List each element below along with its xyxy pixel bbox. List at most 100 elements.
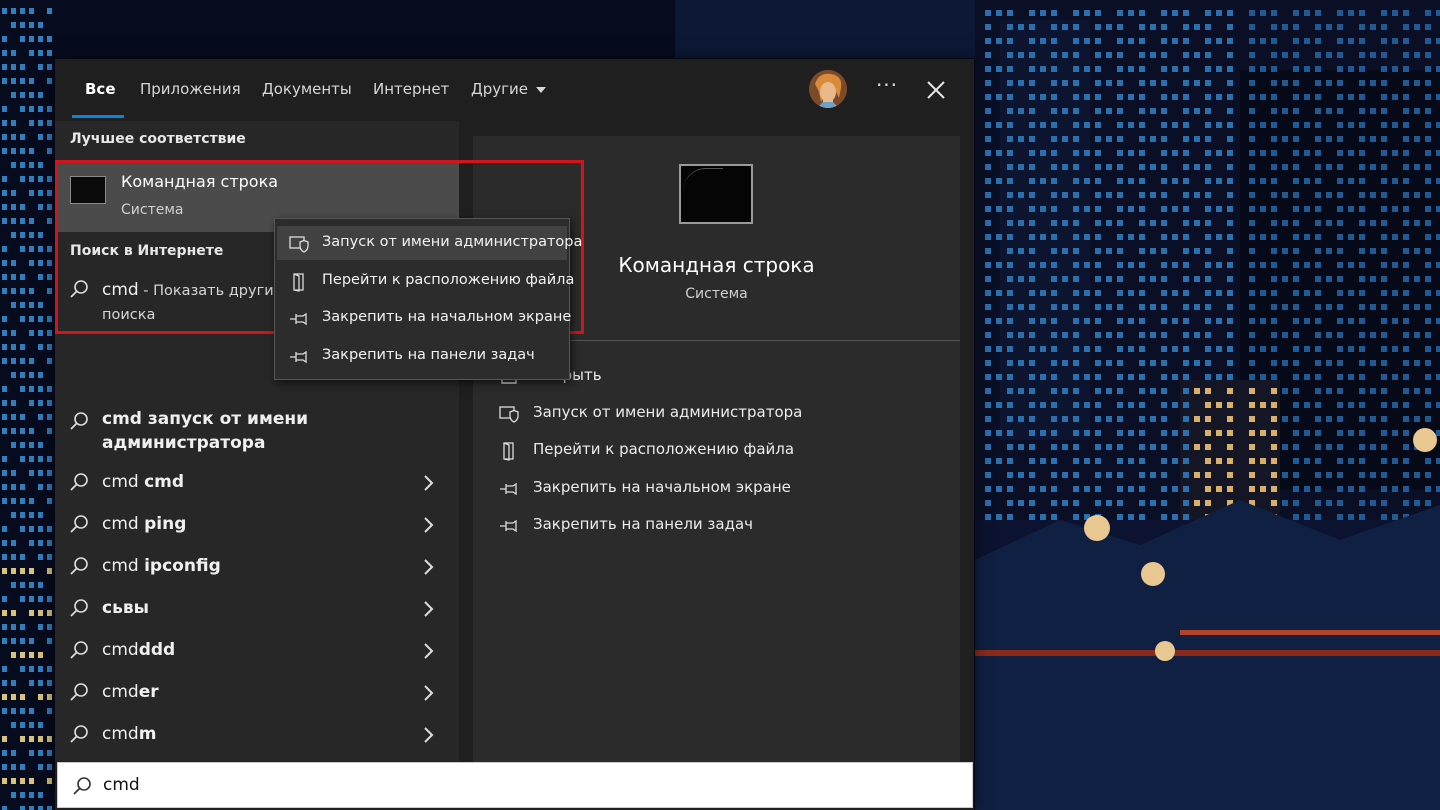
avatar[interactable]: [809, 70, 847, 108]
window-light: [1403, 206, 1409, 212]
window-light: [1007, 164, 1013, 170]
context-run-as-admin[interactable]: Запуск от имени администратора: [277, 226, 582, 260]
window-light: [1436, 66, 1440, 72]
window-light: [1117, 318, 1123, 324]
chevron-right-icon[interactable]: [422, 600, 434, 618]
window-light: [985, 514, 991, 520]
tab-apps[interactable]: Приложения: [140, 79, 241, 103]
window-light: [1128, 94, 1134, 100]
window-light: [1337, 52, 1343, 58]
action-pin-to-taskbar[interactable]: Закрепить на панели задач: [499, 513, 939, 539]
action-run-as-admin[interactable]: Запуск от имени администратора: [499, 401, 939, 427]
window-light: [1359, 248, 1365, 254]
window-light: [29, 470, 34, 476]
chevron-right-icon[interactable]: [422, 684, 434, 702]
window-light: [20, 582, 25, 588]
window-light: [20, 638, 25, 644]
window-light: [1084, 66, 1090, 72]
window-light: [1414, 388, 1420, 394]
window-light: [1293, 24, 1299, 30]
window-light: [1381, 80, 1387, 86]
avatar-image: [809, 70, 847, 108]
tab-all[interactable]: Все: [85, 79, 116, 103]
window-light: [1227, 38, 1233, 44]
search-input-value: cmd: [103, 775, 140, 795]
window-light: [1260, 346, 1266, 352]
window-light: [1194, 108, 1200, 114]
context-open-file-location[interactable]: Перейти к расположению файла: [277, 264, 574, 298]
list-item[interactable]: cmdddd: [55, 630, 459, 672]
window-light: [1084, 262, 1090, 268]
window-light: [1216, 318, 1222, 324]
window-light: [1315, 346, 1321, 352]
chevron-right-icon[interactable]: [422, 726, 434, 744]
chevron-right-icon[interactable]: [422, 642, 434, 660]
window-light: [985, 332, 991, 338]
window-light: [1150, 444, 1156, 450]
tab-internet[interactable]: Интернет: [373, 79, 449, 103]
window-light: [11, 288, 16, 294]
window-light: [1392, 178, 1398, 184]
window-light: [1183, 206, 1189, 212]
tab-documents[interactable]: Документы: [262, 79, 352, 103]
window-light: [1029, 10, 1035, 16]
window-light: [1139, 248, 1145, 254]
list-item[interactable]: cmd ping: [55, 504, 459, 546]
window-light: [1139, 304, 1145, 310]
window-light: [1326, 164, 1332, 170]
context-pin-to-taskbar[interactable]: Закрепить на панели задач: [277, 339, 567, 373]
window-light: [1106, 416, 1112, 422]
window-light: [1183, 150, 1189, 156]
context-pin-to-start[interactable]: Закрепить на начальном экране: [277, 301, 571, 335]
window-light: [1084, 290, 1090, 296]
list-item[interactable]: сьвы: [55, 588, 459, 630]
window-light: [1117, 444, 1123, 450]
window-light: [1205, 486, 1211, 492]
window-light: [47, 288, 52, 294]
window-light: [1095, 388, 1101, 394]
chevron-right-icon[interactable]: [422, 558, 434, 576]
list-item[interactable]: cmdm: [55, 714, 459, 756]
window-light: [38, 442, 43, 448]
window-light: [1007, 276, 1013, 282]
window-light: [1062, 220, 1068, 226]
window-light: [1029, 192, 1035, 198]
window-light: [1073, 80, 1079, 86]
window-light: [1436, 10, 1440, 16]
action-label: Перейти к расположению файла: [533, 440, 795, 458]
window-light: [1359, 192, 1365, 198]
close-button[interactable]: [923, 77, 949, 103]
window-light: [29, 36, 34, 42]
chevron-right-icon[interactable]: [422, 474, 434, 492]
window-light: [2, 414, 7, 420]
window-light: [38, 596, 43, 602]
window-light: [11, 8, 16, 14]
window-light: [29, 176, 34, 182]
window-light: [996, 458, 1002, 464]
window-light: [1007, 206, 1013, 212]
chevron-right-icon[interactable]: [422, 516, 434, 534]
list-item[interactable]: cmd ipconfig: [55, 546, 459, 588]
window-light: [29, 50, 34, 56]
window-light: [1359, 416, 1365, 422]
window-light: [1304, 374, 1310, 380]
window-light: [1095, 24, 1101, 30]
window-light: [11, 610, 16, 616]
window-light: [1227, 164, 1233, 170]
more-options-button[interactable]: ···: [873, 75, 901, 101]
action-open-file-location[interactable]: Перейти к расположению файла: [499, 438, 939, 464]
window-light: [1403, 192, 1409, 198]
pin-icon: [290, 312, 307, 326]
action-pin-to-start[interactable]: Закрепить на начальном экране: [499, 476, 939, 502]
list-item[interactable]: cmder: [55, 672, 459, 714]
window-light: [1381, 136, 1387, 142]
window-light: [1194, 24, 1200, 30]
list-item[interactable]: cmd запуск от имени администратора: [55, 401, 459, 461]
window-light: [1403, 486, 1409, 492]
window-light: [1073, 276, 1079, 282]
list-item[interactable]: cmd cmd: [55, 462, 459, 504]
tab-other[interactable]: Другие: [471, 79, 546, 103]
window-light: [1139, 150, 1145, 156]
search-input[interactable]: cmd: [57, 762, 973, 808]
window-light: [2, 134, 7, 140]
